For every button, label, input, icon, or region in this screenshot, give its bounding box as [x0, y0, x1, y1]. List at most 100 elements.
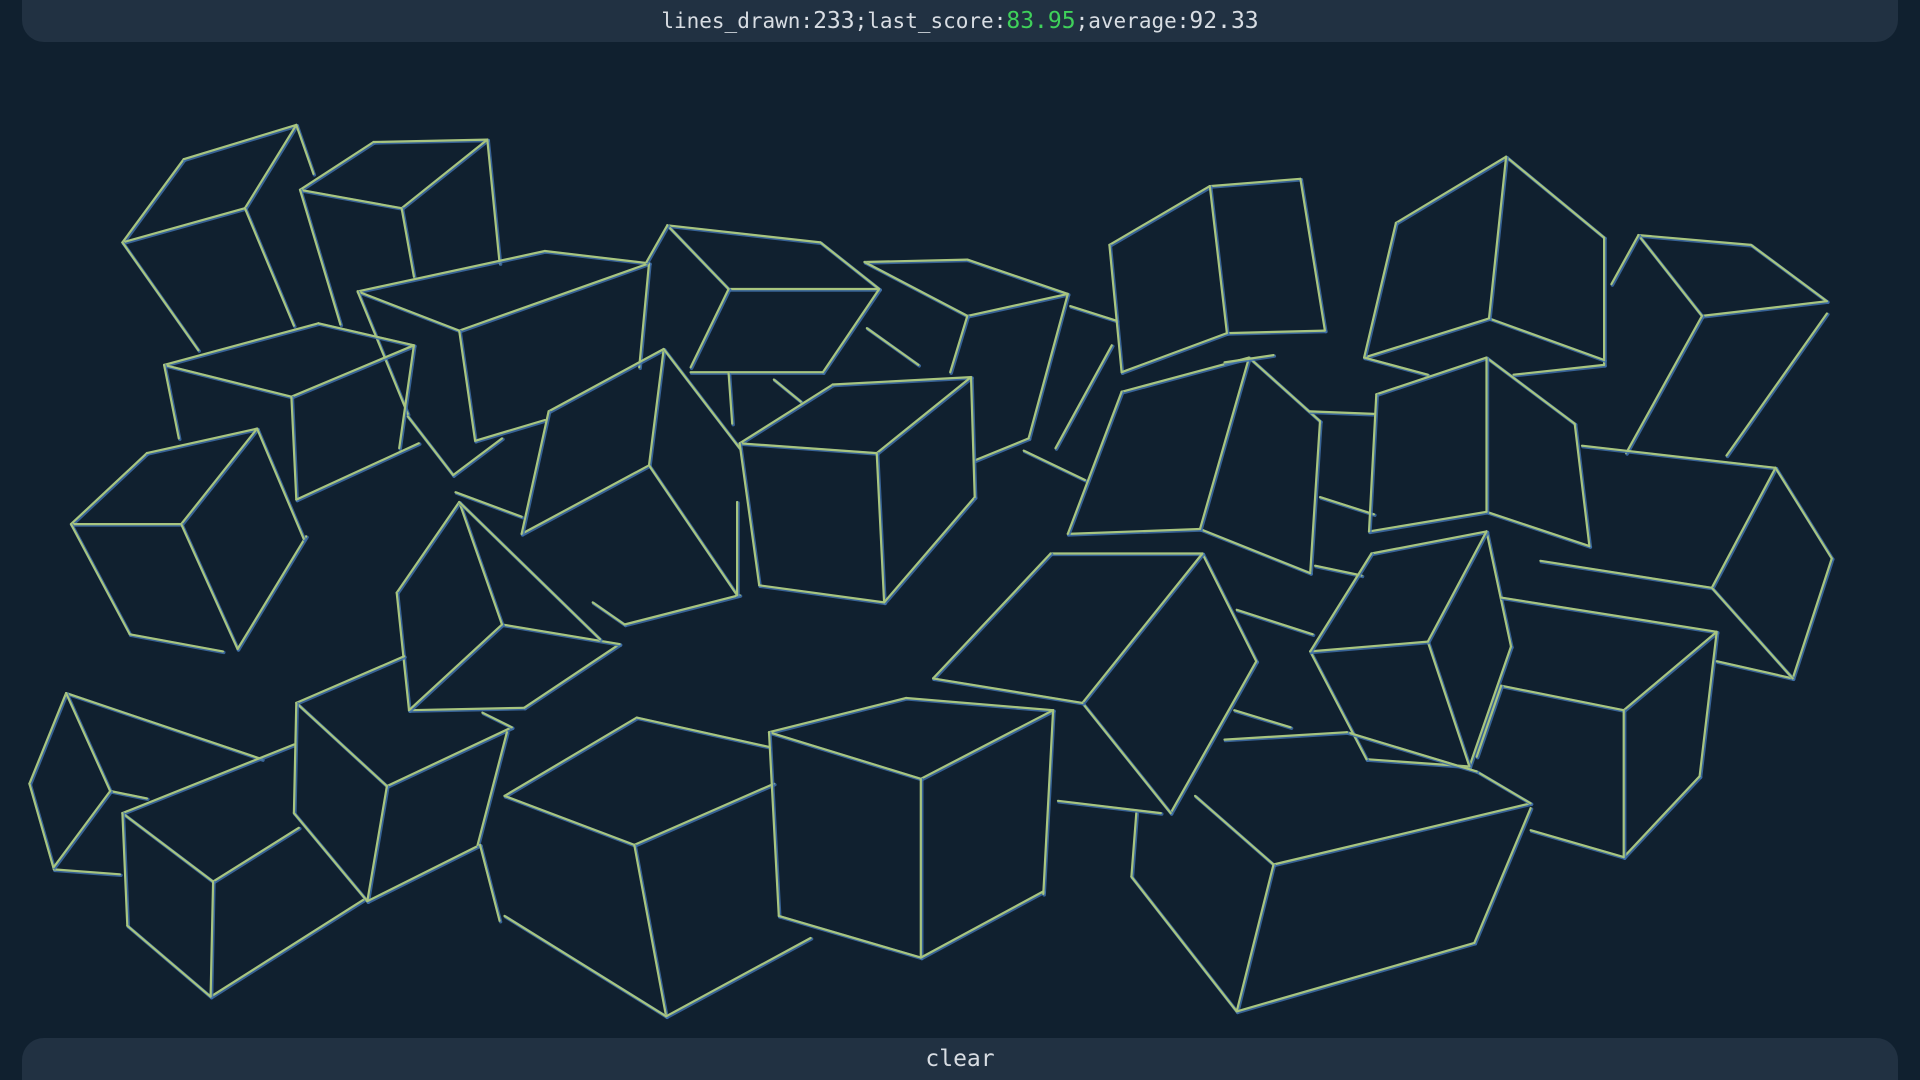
- drawn-stroke: [1637, 234, 1704, 317]
- drawn-stroke-shadow: [1375, 356, 1490, 397]
- drawn-stroke: [1233, 709, 1292, 729]
- drawn-stroke: [1069, 305, 1118, 322]
- drawn-stroke: [645, 224, 669, 264]
- drawn-stroke: [290, 344, 415, 398]
- drawn-stroke-shadow: [70, 452, 150, 527]
- drawn-stroke: [163, 322, 320, 366]
- drawn-stroke: [904, 696, 1055, 712]
- drawn-stroke: [949, 314, 969, 374]
- clear-button[interactable]: clear: [22, 1038, 1898, 1080]
- drawn-stroke-shadow: [400, 138, 490, 211]
- drawn-stroke: [395, 500, 461, 594]
- drawn-stroke-shadow: [1698, 631, 1720, 779]
- drawn-stroke: [385, 726, 513, 788]
- drawn-stroke: [1529, 829, 1625, 859]
- drawn-stroke-shadow: [458, 262, 652, 334]
- separator: ;: [854, 9, 868, 33]
- drawn-stroke: [738, 442, 761, 587]
- drawn-stroke: [1700, 300, 1829, 317]
- drawn-stroke: [366, 843, 482, 903]
- drawn-stroke: [128, 633, 224, 653]
- drawn-stroke: [395, 591, 411, 712]
- drawn-stroke-shadow: [452, 437, 505, 478]
- drawn-stroke-shadow: [476, 731, 510, 848]
- drawn-stroke: [503, 794, 636, 847]
- drawn-stroke-shadow: [876, 376, 974, 456]
- drawn-stroke: [28, 782, 56, 871]
- drawn-stroke: [1081, 552, 1204, 705]
- drawn-stroke-shadow: [474, 419, 548, 444]
- drawn-stroke: [666, 224, 822, 244]
- drawn-stroke: [767, 696, 908, 734]
- drawn-stroke: [1475, 770, 1532, 805]
- drawn-stroke: [1426, 640, 1471, 768]
- drawn-stroke: [1622, 630, 1718, 712]
- drawn-stroke: [452, 437, 504, 477]
- drawn-stroke: [121, 743, 295, 815]
- drawn-stroke: [1637, 234, 1753, 246]
- drawn-stroke: [1487, 317, 1606, 362]
- drawn-stroke: [317, 322, 415, 347]
- lines-drawn-value: 233: [813, 8, 855, 34]
- drawn-stroke: [1512, 363, 1606, 376]
- drawn-stroke-shadow: [28, 692, 69, 787]
- drawn-stroke-shadow: [366, 785, 390, 904]
- drawn-stroke-shadow: [689, 288, 732, 370]
- drawn-stroke: [543, 249, 651, 265]
- drawn-stroke: [121, 207, 246, 244]
- drawn-stroke-shadow: [503, 716, 640, 799]
- drawn-stroke: [1500, 596, 1718, 633]
- drawn-stroke: [738, 383, 834, 445]
- drawn-stroke: [1624, 314, 1704, 455]
- drawn-stroke-shadow: [520, 410, 552, 537]
- drawn-stroke: [689, 287, 730, 369]
- drawn-stroke: [400, 207, 415, 278]
- drawn-stroke: [458, 500, 602, 641]
- drawn-stroke-shadow: [163, 322, 321, 368]
- drawn-stroke: [772, 378, 802, 403]
- drawn-stroke-shadow: [1610, 234, 1642, 287]
- drawn-stroke-shadow: [1625, 315, 1705, 456]
- drawn-stroke: [1235, 863, 1275, 1013]
- drawn-stroke: [243, 207, 295, 327]
- drawn-stroke-shadow: [633, 783, 777, 848]
- drawn-stroke: [966, 292, 1069, 317]
- drawn-stroke: [767, 731, 780, 918]
- drawn-stroke-shadow: [1108, 185, 1213, 248]
- drawn-stroke: [212, 826, 300, 883]
- drawn-stroke: [1504, 155, 1606, 239]
- drawn-stroke: [28, 691, 68, 785]
- drawn-stroke: [1749, 243, 1829, 303]
- drawn-stroke: [919, 890, 1045, 959]
- drawn-stroke: [522, 642, 621, 709]
- drawn-stroke-shadow: [356, 250, 548, 295]
- drawn-stroke: [633, 782, 776, 847]
- drawn-stroke: [180, 523, 239, 651]
- drawn-stroke: [69, 452, 148, 526]
- drawn-stroke: [1193, 794, 1275, 866]
- drawn-stroke: [458, 262, 651, 332]
- stats-bar: lines_drawn: 233 ; last_score: 83.95 ; a…: [22, 0, 1898, 42]
- drawing-canvas[interactable]: [0, 42, 1920, 1038]
- drawn-stroke: [1622, 775, 1701, 859]
- drawn-stroke: [1309, 640, 1429, 653]
- drawn-stroke-shadow: [949, 315, 970, 375]
- drawn-stroke: [1054, 344, 1113, 450]
- drawn-stroke: [973, 437, 1030, 462]
- drawn-stroke: [966, 258, 1069, 295]
- drawn-stroke: [931, 552, 1052, 680]
- drawn-stroke-shadow: [1199, 356, 1252, 532]
- drawn-stroke: [478, 843, 501, 922]
- drawn-stroke: [1318, 496, 1376, 516]
- drawn-stroke: [1208, 185, 1229, 335]
- drawn-stroke-shadow: [1711, 467, 1779, 591]
- drawn-stroke-shadow: [1791, 557, 1835, 681]
- drawn-stroke: [1473, 807, 1532, 945]
- drawn-stroke: [486, 138, 501, 265]
- drawn-stroke: [121, 241, 200, 352]
- drawn-stroke: [633, 843, 668, 1018]
- drawn-stroke-shadow: [1272, 802, 1534, 868]
- drawn-stroke: [1573, 422, 1591, 548]
- drawn-stroke: [931, 677, 1084, 705]
- drawn-stroke: [1500, 684, 1625, 712]
